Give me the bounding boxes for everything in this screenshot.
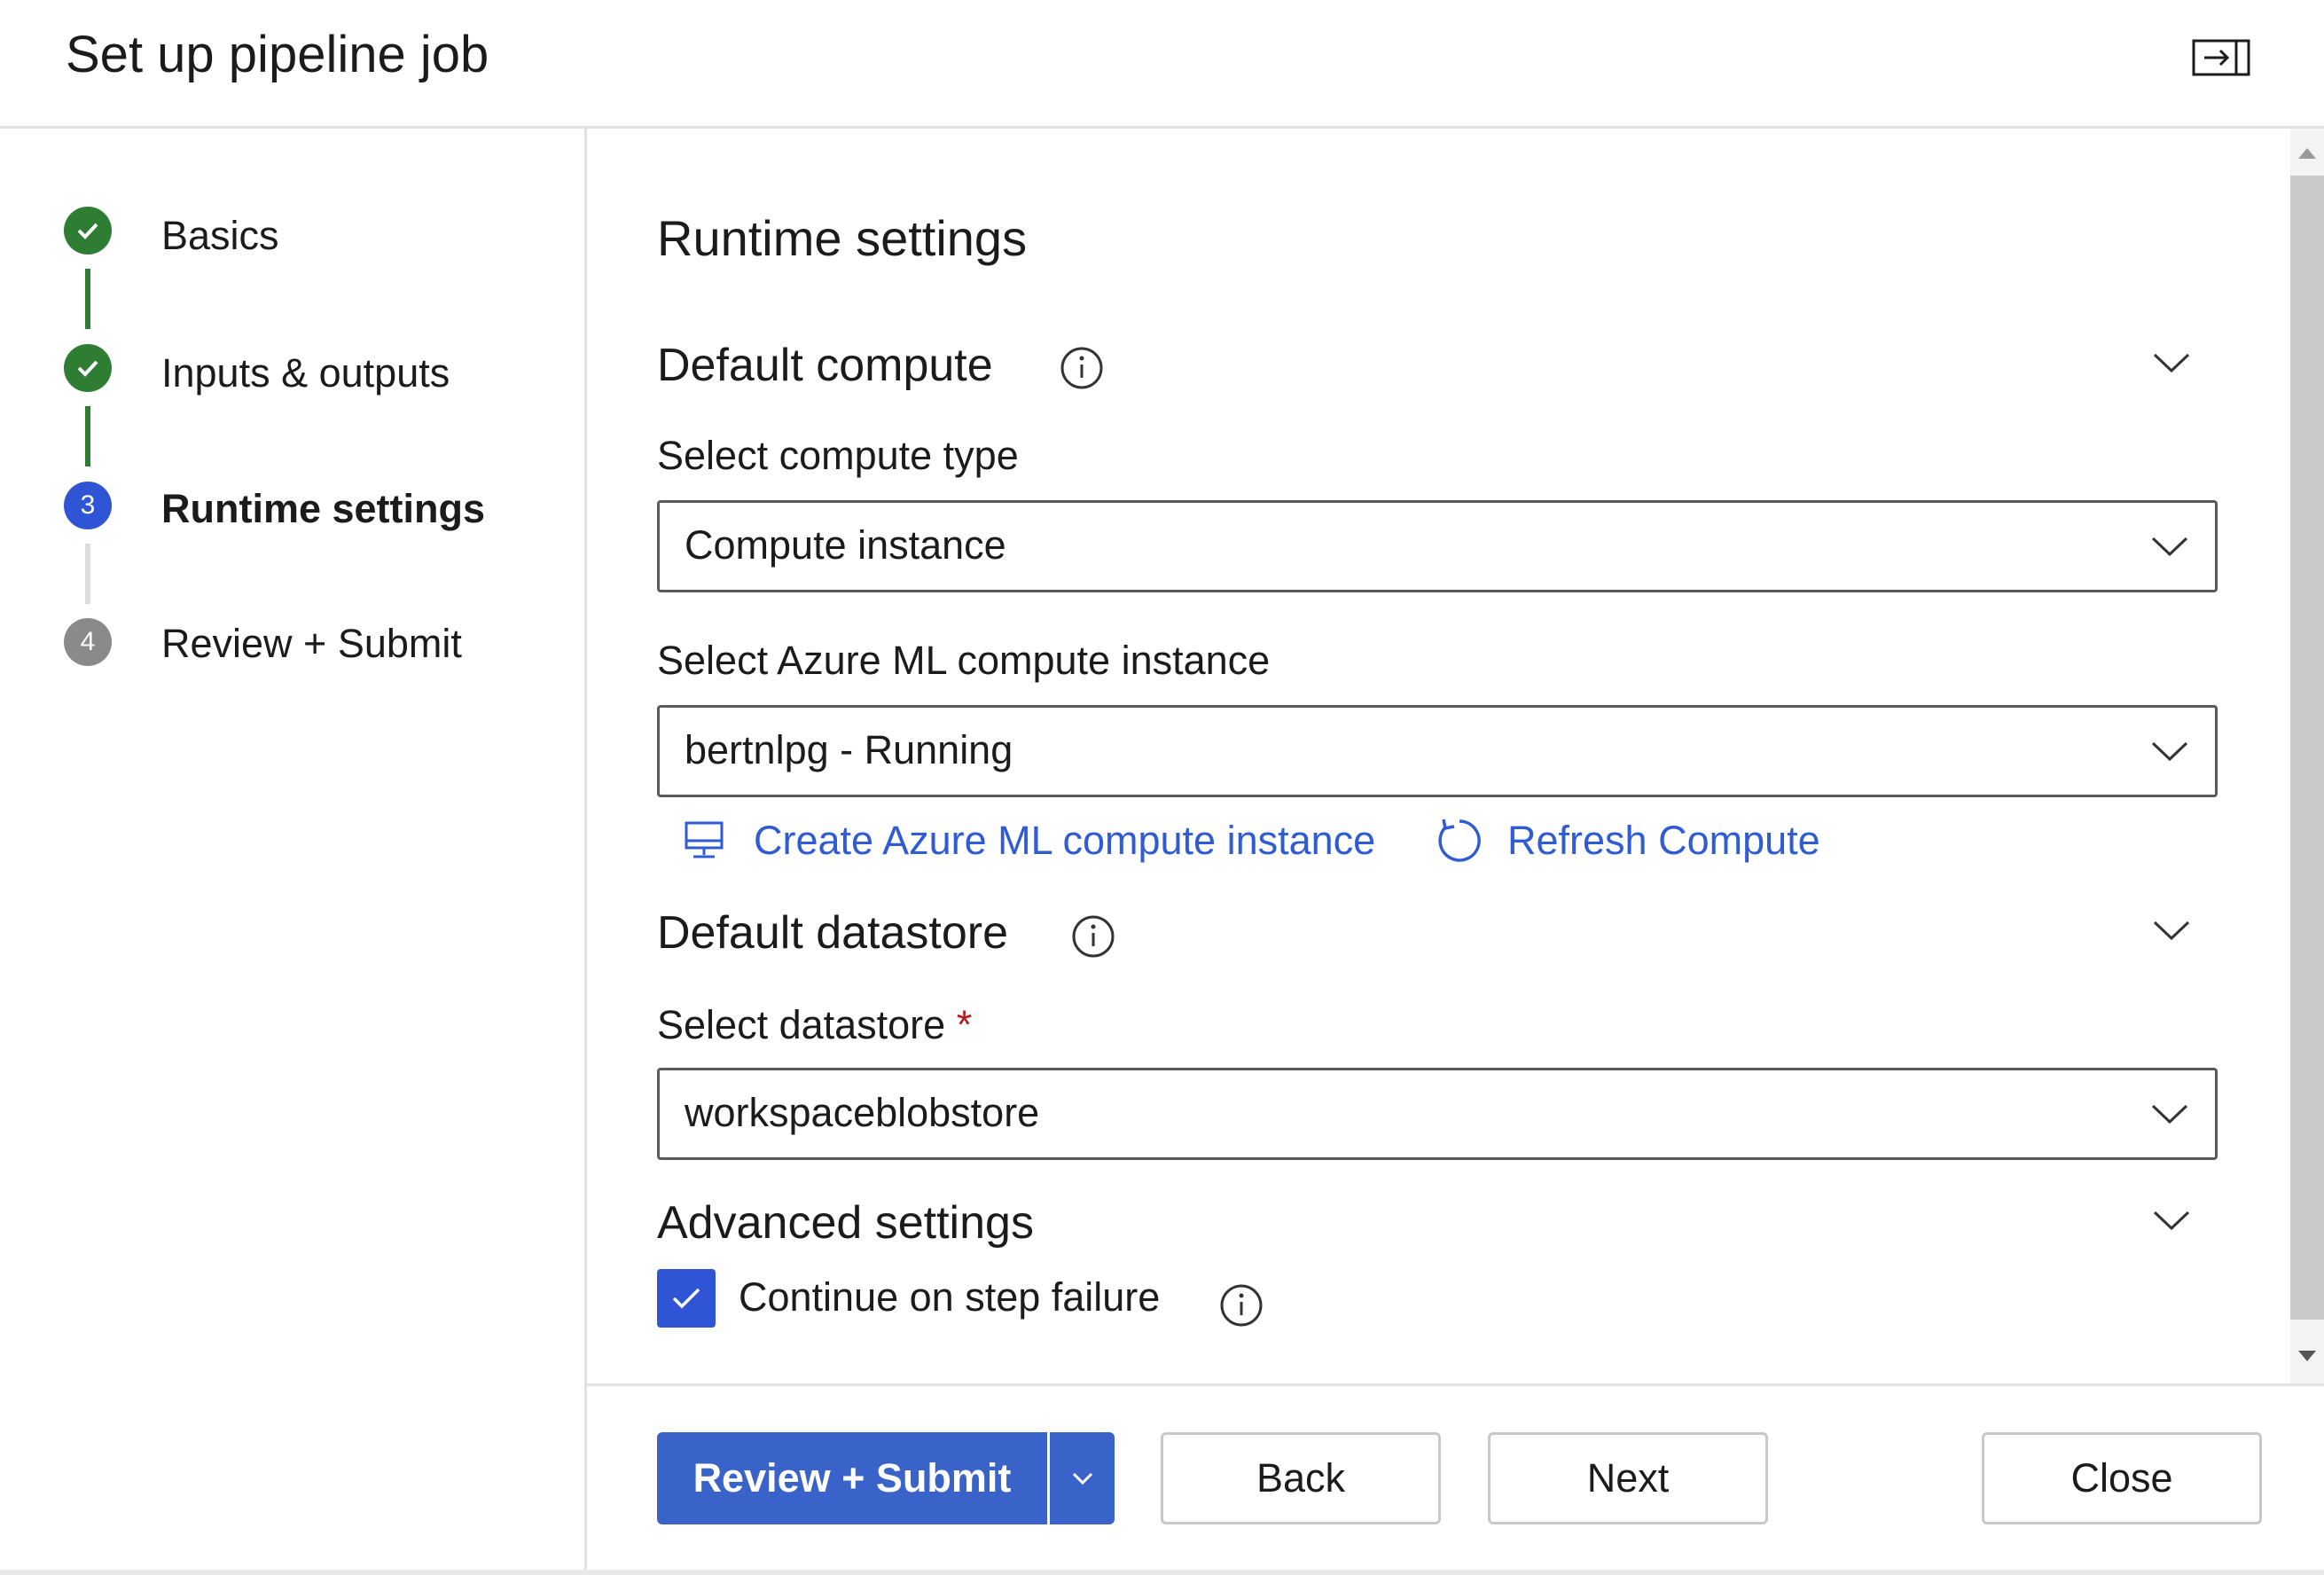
- compute-instance-value: bertnlpg - Running: [685, 727, 1013, 772]
- collapse-panel-icon[interactable]: [2192, 37, 2250, 78]
- required-marker: *: [956, 1002, 973, 1047]
- back-button[interactable]: Back: [1161, 1432, 1441, 1524]
- review-submit-dropdown-button[interactable]: [1047, 1432, 1115, 1524]
- chevron-down-icon[interactable]: [2151, 913, 2192, 949]
- step-connector: [85, 544, 90, 604]
- next-button[interactable]: Next: [1488, 1432, 1768, 1524]
- compute-type-label: Select compute type: [657, 433, 1019, 478]
- chevron-down-icon[interactable]: [2151, 346, 2192, 381]
- continue-on-failure-checkbox[interactable]: [657, 1269, 716, 1328]
- footer-divider: [587, 1383, 2324, 1386]
- step-connector: [85, 269, 90, 329]
- step-number-3: 3: [64, 482, 112, 529]
- step-number-4: 4: [64, 618, 112, 666]
- datastore-label-text: Select datastore: [657, 1002, 946, 1047]
- chevron-down-icon[interactable]: [2151, 1203, 2192, 1239]
- scroll-down-arrow-icon[interactable]: [2297, 1348, 2318, 1364]
- info-icon[interactable]: [1071, 914, 1115, 959]
- chevron-down-icon: [2149, 529, 2190, 565]
- datastore-label: Select datastore *: [657, 1002, 972, 1048]
- compute-instance-dropdown[interactable]: bertnlpg - Running: [657, 705, 2218, 797]
- chevron-down-icon: [1072, 1472, 1092, 1485]
- step-inputs-outputs[interactable]: Inputs & outputs: [161, 350, 450, 396]
- refresh-compute-link[interactable]: Refresh Compute: [1507, 818, 1820, 864]
- step-completed-check-icon: [64, 344, 112, 392]
- datastore-dropdown[interactable]: workspaceblobstore: [657, 1068, 2218, 1160]
- review-submit-button[interactable]: Review + Submit: [657, 1432, 1047, 1524]
- scroll-up-arrow-icon[interactable]: [2297, 145, 2318, 161]
- section-advanced-settings-title: Advanced settings: [657, 1197, 1034, 1249]
- computer-monitor-icon[interactable]: [683, 819, 725, 862]
- compute-type-value: Compute instance: [685, 522, 1006, 568]
- close-button[interactable]: Close: [1982, 1432, 2262, 1524]
- step-connector: [85, 406, 90, 466]
- step-review-submit[interactable]: Review + Submit: [161, 621, 462, 667]
- scrollbar-thumb[interactable]: [2290, 176, 2324, 1320]
- compute-type-dropdown[interactable]: Compute instance: [657, 500, 2218, 592]
- refresh-icon[interactable]: [1435, 816, 1484, 866]
- step-basics[interactable]: Basics: [161, 213, 279, 259]
- dialog-title: Set up pipeline job: [66, 26, 489, 83]
- step-runtime-settings[interactable]: Runtime settings: [161, 486, 485, 532]
- chevron-down-icon: [2149, 734, 2190, 770]
- info-icon[interactable]: [1219, 1283, 1264, 1328]
- datastore-value: workspaceblobstore: [685, 1090, 1040, 1135]
- continue-on-failure-label: Continue on step failure: [739, 1274, 1161, 1320]
- checkmark-icon: [672, 1288, 700, 1309]
- step-completed-check-icon: [64, 207, 112, 255]
- create-compute-instance-link[interactable]: Create Azure ML compute instance: [754, 818, 1375, 864]
- chevron-down-icon: [2149, 1097, 2190, 1132]
- page-heading: Runtime settings: [657, 210, 1028, 266]
- section-default-datastore-title: Default datastore: [657, 907, 1009, 959]
- section-default-compute-title: Default compute: [657, 340, 993, 391]
- bottom-border: [0, 1570, 2324, 1575]
- info-icon[interactable]: [1060, 346, 1104, 390]
- compute-instance-label: Select Azure ML compute instance: [657, 638, 1271, 683]
